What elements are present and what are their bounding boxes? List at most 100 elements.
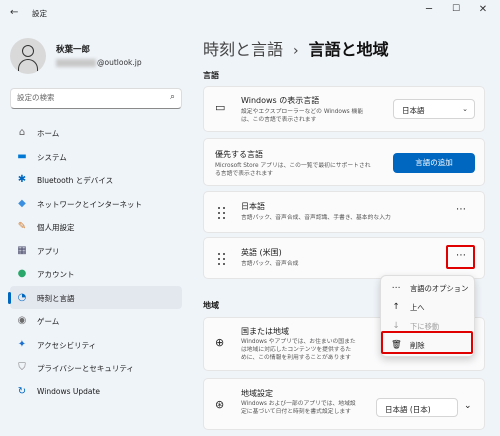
regional-format-desc-1: Windows および一部のアプリでは、地域設 bbox=[241, 401, 356, 407]
preferred-language-title: 優先する言語 bbox=[215, 150, 263, 159]
search-input[interactable] bbox=[17, 93, 157, 102]
minimize-button[interactable]: ─ bbox=[420, 4, 438, 15]
sidebar-item-label: アカウント bbox=[37, 270, 75, 279]
close-button[interactable]: ✕ bbox=[474, 4, 492, 15]
highlight-delete-item bbox=[381, 331, 473, 354]
display-language-value: 日本語 bbox=[402, 106, 425, 115]
more-options-icon[interactable]: ⋯ bbox=[453, 204, 469, 215]
sidebar-item-update[interactable]: ↻ Windows Update bbox=[10, 380, 182, 404]
region-section-header: 地域 bbox=[203, 301, 219, 310]
back-arrow-icon[interactable]: ← bbox=[10, 7, 18, 18]
add-language-button[interactable]: 言語の追加 bbox=[393, 153, 475, 173]
arrow-up-icon: ↑ bbox=[392, 302, 400, 312]
sidebar-item-label: ホーム bbox=[37, 129, 60, 138]
sidebar-item-label: Bluetooth とデバイス bbox=[37, 176, 114, 185]
preferred-language-desc-2: る言語で表示されます bbox=[215, 171, 273, 177]
language-features: 言語パック、音声合成 bbox=[241, 261, 299, 267]
globe-icon: ⊕ bbox=[215, 336, 225, 349]
sidebar-item-label: アクセシビリティ bbox=[37, 340, 97, 350]
sidebar-item-accessibility[interactable]: ✦ アクセシビリティ bbox=[10, 333, 182, 357]
sidebar-item-label: ネットワークとインターネット bbox=[37, 199, 142, 209]
sidebar-item-label: プライバシーとセキュリティ bbox=[37, 364, 134, 373]
chevron-down-icon: ⌄ bbox=[462, 105, 468, 113]
menu-item-label: 言語のオプション bbox=[410, 284, 469, 293]
account-icon: ● bbox=[17, 268, 27, 279]
gamepad-icon: ◉ bbox=[17, 315, 27, 326]
user-body-icon bbox=[18, 59, 38, 71]
more-icon: ⋯ bbox=[391, 283, 401, 293]
sidebar-item-shield[interactable]: ⛉ プライバシーとセキュリティ bbox=[10, 356, 182, 380]
sidebar-item-label: ゲーム bbox=[37, 317, 60, 326]
sidebar-item-brush[interactable]: ✎ 個人用設定 bbox=[10, 215, 182, 239]
user-name: 秋葉一郎 bbox=[56, 45, 91, 55]
display-language-title: Windows の表示言語 bbox=[241, 96, 320, 105]
apps-icon: ▦ bbox=[17, 244, 27, 256]
sidebar-item-label: アプリ bbox=[37, 246, 60, 256]
wifi-icon: ◆ bbox=[18, 197, 26, 209]
drag-handle-icon[interactable] bbox=[218, 253, 226, 266]
sidebar-item-monitor[interactable]: ▬ システム bbox=[10, 145, 182, 169]
search-icon[interactable]: ⌕ bbox=[170, 92, 175, 102]
display-language-desc-1: 設定やエクスプローラーなどの Windows 機能 bbox=[241, 109, 364, 115]
maximize-button[interactable]: ☐ bbox=[447, 4, 465, 14]
language-row-japanese[interactable]: 日本語 言語パック、音声合成、音声認識、手書き、基本的な入力 ⋯ bbox=[203, 191, 485, 233]
breadcrumb-parent[interactable]: 時刻と言語 bbox=[203, 40, 283, 59]
regional-format-dropdown[interactable]: 日本語 (日本) bbox=[376, 398, 458, 417]
sidebar-item-account[interactable]: ● アカウント bbox=[10, 262, 182, 286]
shield-icon: ⛉ bbox=[18, 362, 26, 373]
regional-format-value: 日本語 (日本) bbox=[385, 405, 431, 414]
country-region-desc-3: めに、この情報を利用することがあります bbox=[241, 355, 351, 361]
sidebar-item-home[interactable]: ⌂ ホーム bbox=[10, 121, 182, 145]
sidebar-nav: ⌂ ホーム ▬ システム ✱ Bluetooth とデバイス ◆ ネットワークとインターネット… bbox=[8, 121, 182, 404]
language-section-header: 言語 bbox=[203, 71, 219, 80]
window-title: 設定 bbox=[32, 9, 47, 18]
user-head-icon bbox=[22, 45, 34, 57]
language-name: 英語 (米国) bbox=[241, 248, 282, 257]
time-language-icon: ◔ bbox=[17, 291, 27, 303]
display-language-desc-2: は、この言語で表示されます bbox=[241, 117, 317, 123]
settings-search[interactable]: ⌕ bbox=[10, 88, 182, 109]
redacted-email-prefix bbox=[56, 59, 96, 67]
expand-chevron-icon[interactable]: ⌄ bbox=[464, 401, 472, 411]
preferred-language-card: 優先する言語 Microsoft Store アプリは、この一覧で最初にサポート… bbox=[203, 138, 485, 186]
breadcrumb-separator: › bbox=[293, 43, 299, 59]
sidebar-item-wifi[interactable]: ◆ ネットワークとインターネット bbox=[10, 192, 182, 216]
sidebar-item-label: 時刻と言語 bbox=[37, 293, 75, 303]
country-region-desc-1: Windows やアプリでは、お住まいの国また bbox=[241, 339, 356, 345]
user-profile[interactable]: 秋葉一郎 @outlook.jp bbox=[10, 38, 180, 74]
sidebar-item-bluetooth[interactable]: ✱ Bluetooth とデバイス bbox=[10, 168, 182, 192]
display-language-card: ▭ Windows の表示言語 設定やエクスプローラーなどの Windows 機… bbox=[203, 86, 485, 132]
language-features: 言語パック、音声合成、音声認識、手書き、基本的な入力 bbox=[241, 215, 391, 221]
regional-format-title: 地域設定 bbox=[241, 389, 273, 398]
regional-format-card[interactable]: ⊛ 地域設定 Windows および一部のアプリでは、地域設 定に基づいて日付と… bbox=[203, 378, 485, 430]
regional-format-desc-2: 定に基づいて日付と時刻を書式設定します bbox=[241, 409, 351, 415]
sidebar-item-time-language[interactable]: ◔ 時刻と言語 bbox=[8, 285, 182, 309]
monitor-icon: ▭ bbox=[215, 101, 226, 114]
country-region-desc-2: は地域に対応したコンテンツを提供するた bbox=[241, 347, 352, 353]
breadcrumb: 時刻と言語 › 言語と地域 bbox=[203, 36, 389, 60]
accessibility-icon: ✦ bbox=[17, 338, 27, 350]
display-language-dropdown[interactable]: 日本語 ⌄ bbox=[393, 99, 475, 119]
menu-item-arrow-up[interactable]: ↑ 上へ bbox=[385, 298, 472, 317]
preferred-language-desc-1: Microsoft Store アプリは、この一覧で最初にサポートされ bbox=[215, 163, 371, 169]
brush-icon: ✎ bbox=[17, 221, 27, 232]
sidebar-item-label: Windows Update bbox=[37, 386, 101, 396]
sidebar-item-apps[interactable]: ▦ アプリ bbox=[10, 239, 182, 263]
menu-item-label: 上へ bbox=[410, 303, 425, 312]
language-name: 日本語 bbox=[241, 202, 265, 211]
language-row-english-us[interactable]: 英語 (米国) 言語パック、音声合成 ⋯ bbox=[203, 237, 485, 279]
page-title: 言語と地域 bbox=[308, 40, 389, 59]
update-icon: ↻ bbox=[17, 385, 27, 397]
home-icon: ⌂ bbox=[18, 127, 26, 138]
menu-item-more[interactable]: ⋯ 言語のオプション bbox=[385, 279, 472, 298]
user-email: @outlook.jp bbox=[56, 58, 142, 67]
drag-handle-icon[interactable] bbox=[218, 207, 226, 220]
region-format-icon: ⊛ bbox=[215, 398, 225, 411]
title-bar: ← 設定 ─ ☐ ✕ bbox=[0, 0, 500, 26]
sidebar-item-gamepad[interactable]: ◉ ゲーム bbox=[10, 309, 182, 333]
sidebar-item-label: 個人用設定 bbox=[37, 223, 75, 232]
country-region-title: 国または地域 bbox=[241, 327, 289, 336]
sidebar-item-label: システム bbox=[37, 152, 67, 162]
bluetooth-icon: ✱ bbox=[17, 174, 27, 185]
arrow-down-icon: ↓ bbox=[392, 321, 400, 331]
